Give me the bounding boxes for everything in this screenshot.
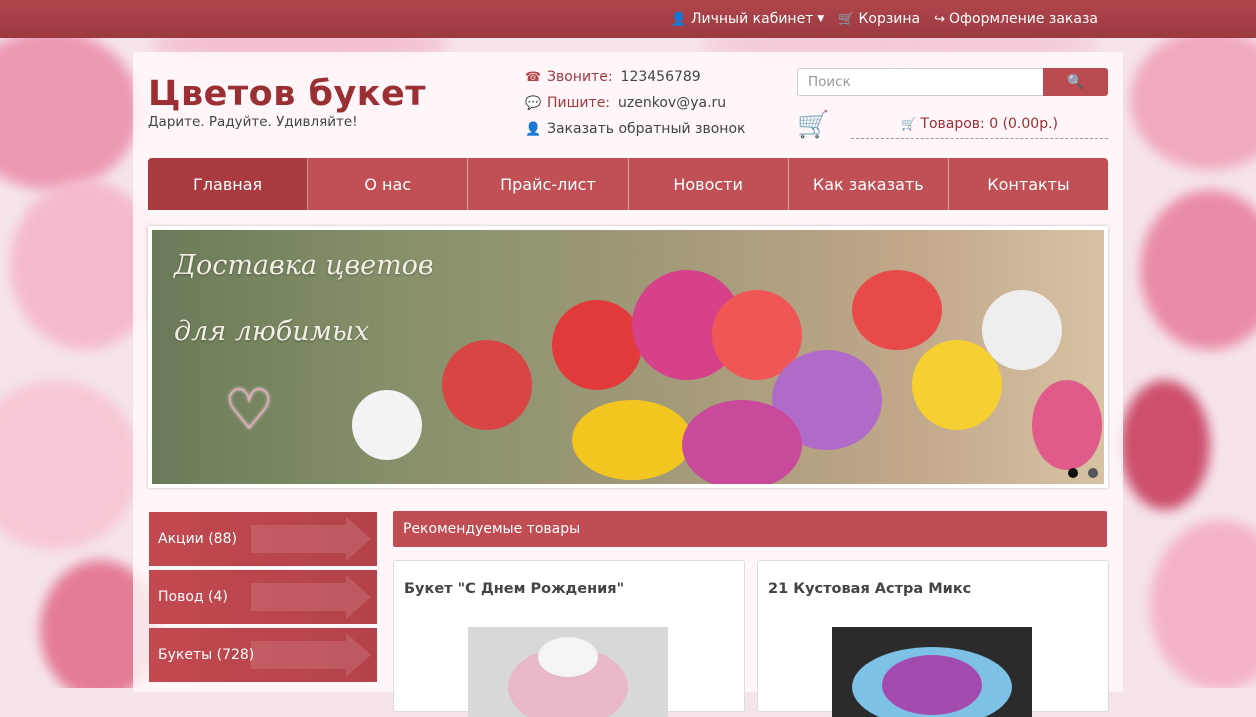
product-title[interactable]: Букет "С Днем Рождения" [404,581,624,597]
category-item-sales[interactable]: Акции (88) [149,512,377,566]
share-arrow-icon: ↪ [934,11,946,27]
cart-label: Корзина [858,11,921,27]
category-sidebar: Акции (88) Повод (4) Букеты (728) [149,512,377,686]
comment-icon: 💬 [525,95,542,111]
product-image[interactable] [832,627,1032,717]
user-icon: 👤 [670,11,687,27]
caret-down-icon: ▼ [817,14,825,24]
category-label: Акции (88) [158,531,237,547]
product-image[interactable] [468,627,668,717]
search-input[interactable] [797,68,1043,96]
product-card[interactable]: 21 Кустовая Астра Микс [757,560,1109,717]
account-label: Личный кабинет [691,11,814,27]
nav-item-about[interactable]: О нас [308,158,469,210]
search-box: 🔍 [797,68,1108,98]
brand: Цветов букет Дарите. Радуйте. Удивляйте! [148,74,426,130]
checkout-link[interactable]: ↪ Оформление заказа [934,11,1098,27]
nav-item-contacts[interactable]: Контакты [949,158,1108,210]
email-row: 💬 Пишите: uzenkov@ya.ru [525,90,745,116]
callback-link[interactable]: Заказать обратный звонок [547,121,745,137]
cart-small-icon: 🛒 [900,117,916,131]
banner-slider[interactable]: Доставка цветов для любимых ♡ [148,226,1108,488]
arrow-right-icon [251,575,371,619]
arrow-right-icon [251,517,371,561]
heart-icon: ♡ [224,378,275,443]
cart-link[interactable]: 🛒 Корзина [838,11,920,27]
cart-summary-text: Товаров: 0 (0.00р.) [920,116,1058,132]
product-title[interactable]: 21 Кустовая Астра Микс [768,581,971,597]
phone-label: Звоните: [547,69,613,85]
product-card[interactable]: Букет "С Днем Рождения" [393,560,745,717]
account-menu-link[interactable]: 👤 Личный кабинет ▼ [671,11,824,27]
cart-icon[interactable]: 🛒 [797,110,829,140]
nav-item-news[interactable]: Новости [629,158,789,210]
search-button[interactable]: 🔍 [1043,68,1108,96]
slider-dot-1[interactable] [1068,468,1078,478]
recommended-heading: Рекомендуемые товары [393,511,1107,547]
person-icon: 👤 [525,121,542,137]
site-title[interactable]: Цветов букет [148,74,426,114]
phone-book-icon: ☎ [525,69,542,85]
email-label: Пишите: [547,95,611,111]
category-item-occasion[interactable]: Повод (4) [149,570,377,624]
nav-item-home[interactable]: Главная [148,158,309,210]
site-tagline: Дарите. Радуйте. Удивляйте! [148,114,358,130]
nav-item-pricelist[interactable]: Прайс-лист [468,158,629,210]
cart-icon: 🛒 [838,11,855,27]
top-links: 👤 Личный кабинет ▼ 🛒 Корзина ↪ Оформлени… [671,0,1098,38]
callback-row[interactable]: 👤 Заказать обратный звонок [525,116,745,142]
slider-dot-2[interactable] [1088,468,1098,478]
phone-row: ☎ Звоните: 123456789 [525,64,745,90]
phone-number: 123456789 [620,69,701,85]
nav-item-how-to-order[interactable]: Как заказать [789,158,949,210]
main-nav: Главная О нас Прайс-лист Новости Как зак… [148,158,1108,210]
top-bar: 👤 Личный кабинет ▼ 🛒 Корзина ↪ Оформлени… [0,0,1256,38]
category-label: Букеты (728) [158,647,255,663]
slide-caption-line1: Доставка цветов [174,250,434,281]
contact-info: ☎ Звоните: 123456789 💬 Пишите: uzenkov@y… [525,64,745,142]
email-address: uzenkov@ya.ru [618,95,727,111]
category-label: Повод (4) [158,589,228,605]
slide-caption-line2: для любимых [174,316,370,347]
main-container: Цветов букет Дарите. Радуйте. Удивляйте!… [133,52,1123,717]
slider-dots [1068,468,1098,478]
cart-summary[interactable]: 🛒 Товаров: 0 (0.00р.) [851,110,1108,139]
arrow-right-icon [251,633,371,677]
search-icon: 🔍 [1066,74,1085,90]
category-item-bouquets[interactable]: Букеты (728) [149,628,377,682]
checkout-label: Оформление заказа [949,11,1098,27]
